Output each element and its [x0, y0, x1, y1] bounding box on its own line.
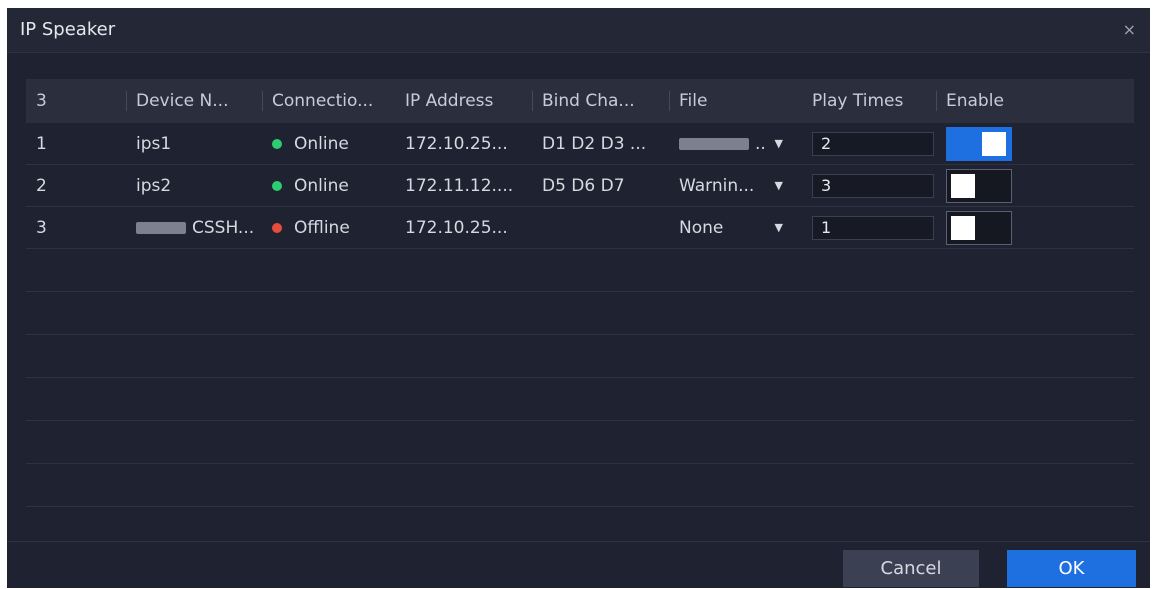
file-select[interactable]: Warnin... ▼ — [679, 176, 783, 196]
empty-table-row — [26, 292, 1134, 335]
ok-button[interactable]: OK — [1007, 550, 1136, 587]
column-header-play-times[interactable]: Play Times — [802, 79, 936, 123]
play-times-input[interactable]: 2 — [812, 131, 934, 156]
enable-cell — [936, 123, 1134, 164]
column-header-count[interactable]: 3 — [26, 79, 126, 123]
column-header-bind-channel[interactable]: Bind Cha... — [532, 79, 669, 123]
dialog-footer: Cancel OK — [7, 541, 1150, 588]
enable-toggle[interactable] — [946, 210, 1012, 245]
file-select[interactable]: None ▼ — [679, 218, 783, 238]
table-row[interactable]: 3 CSSH... Offline 172.10.25... None ▼ 1 — [26, 207, 1134, 249]
device-name-cell: ips1 — [126, 123, 262, 164]
connection-status-cell: Offline — [262, 207, 395, 248]
row-index: 3 — [36, 217, 47, 238]
file-select-value: Warnin... — [679, 175, 755, 196]
table-row[interactable]: 1 ips1 Online 172.10.25... D1 D2 D3 ..... ▼ 2 — [26, 123, 1134, 165]
enable-toggle[interactable] — [946, 126, 1012, 161]
device-name-cell: ips2 — [126, 165, 262, 206]
play-times-cell: 2 — [802, 123, 936, 164]
connection-status: Online — [294, 133, 349, 154]
device-name: ips1 — [136, 133, 172, 154]
toggle-knob — [951, 215, 975, 240]
row-index: 2 — [36, 175, 47, 196]
connection-status-cell: Online — [262, 123, 395, 164]
empty-table-row — [26, 249, 1134, 292]
play-times-cell: 1 — [802, 207, 936, 248]
dropdown-arrow-icon: ▼ — [774, 179, 783, 192]
play-times-input[interactable]: 3 — [812, 173, 934, 198]
cancel-button[interactable]: Cancel — [843, 550, 979, 587]
dropdown-arrow-icon: ▼ — [774, 137, 783, 150]
file-select-value: None — [679, 217, 724, 238]
ip-address: 172.11.12.... — [405, 175, 514, 196]
empty-table-row — [26, 464, 1134, 507]
file-select[interactable]: .. ▼ — [679, 134, 783, 154]
column-header-ip-address[interactable]: IP Address — [395, 79, 532, 123]
file-select-value: .. — [755, 133, 766, 154]
empty-table-row — [26, 378, 1134, 421]
table-header: 3 Device N... Connectio... IP Address Bi… — [26, 79, 1134, 123]
enable-cell — [936, 165, 1134, 206]
play-times-input[interactable]: 1 — [812, 215, 934, 240]
toggle-knob — [951, 173, 975, 198]
bind-channel — [532, 207, 669, 248]
column-header-connection[interactable]: Connectio... — [262, 79, 395, 123]
dialog-title: IP Speaker — [20, 19, 116, 40]
redacted-mask — [679, 137, 749, 150]
device-name: ips2 — [136, 175, 172, 196]
dropdown-arrow-icon: ▼ — [774, 221, 783, 234]
device-name: CSSH... — [192, 217, 255, 238]
empty-table-row — [26, 421, 1134, 464]
play-times-cell: 3 — [802, 165, 936, 206]
connection-status: Online — [294, 175, 349, 196]
dialog-titlebar: IP Speaker × — [7, 8, 1150, 53]
status-dot-icon — [272, 138, 282, 149]
ip-address: 172.10.25... — [405, 217, 508, 238]
toggle-knob — [982, 131, 1006, 156]
connection-status-cell: Online — [262, 165, 395, 206]
column-header-device-name[interactable]: Device N... — [126, 79, 262, 123]
bind-channel: D5 D6 D7 — [542, 175, 625, 196]
enable-cell — [936, 207, 1134, 248]
ip-address: 172.10.25... — [405, 133, 508, 154]
empty-table-row — [26, 335, 1134, 378]
table-row[interactable]: 2 ips2 Online 172.11.12.... D5 D6 D7 Warnin..… — [26, 165, 1134, 207]
file-cell: Warnin... ▼ — [669, 165, 802, 206]
bind-channel: D1 D2 D3 ... — [542, 133, 647, 154]
close-icon[interactable]: × — [1123, 20, 1136, 39]
status-dot-icon — [272, 180, 282, 191]
status-dot-icon — [272, 222, 282, 233]
speaker-table: 3 Device N... Connectio... IP Address Bi… — [26, 79, 1134, 507]
redacted-mask — [136, 221, 186, 234]
connection-status: Offline — [294, 217, 350, 238]
ip-speaker-dialog: IP Speaker × 3 Device N... Connectio... … — [7, 8, 1150, 588]
column-header-enable[interactable]: Enable — [936, 79, 1134, 123]
row-index: 1 — [36, 133, 47, 154]
enable-toggle[interactable] — [946, 168, 1012, 203]
table-body: 1 ips1 Online 172.10.25... D1 D2 D3 ..... ▼ 2 2… — [26, 123, 1134, 507]
device-name-cell: CSSH... — [126, 207, 262, 248]
file-cell: None ▼ — [669, 207, 802, 248]
column-header-file[interactable]: File — [669, 79, 802, 123]
file-cell: .. ▼ — [669, 123, 802, 164]
